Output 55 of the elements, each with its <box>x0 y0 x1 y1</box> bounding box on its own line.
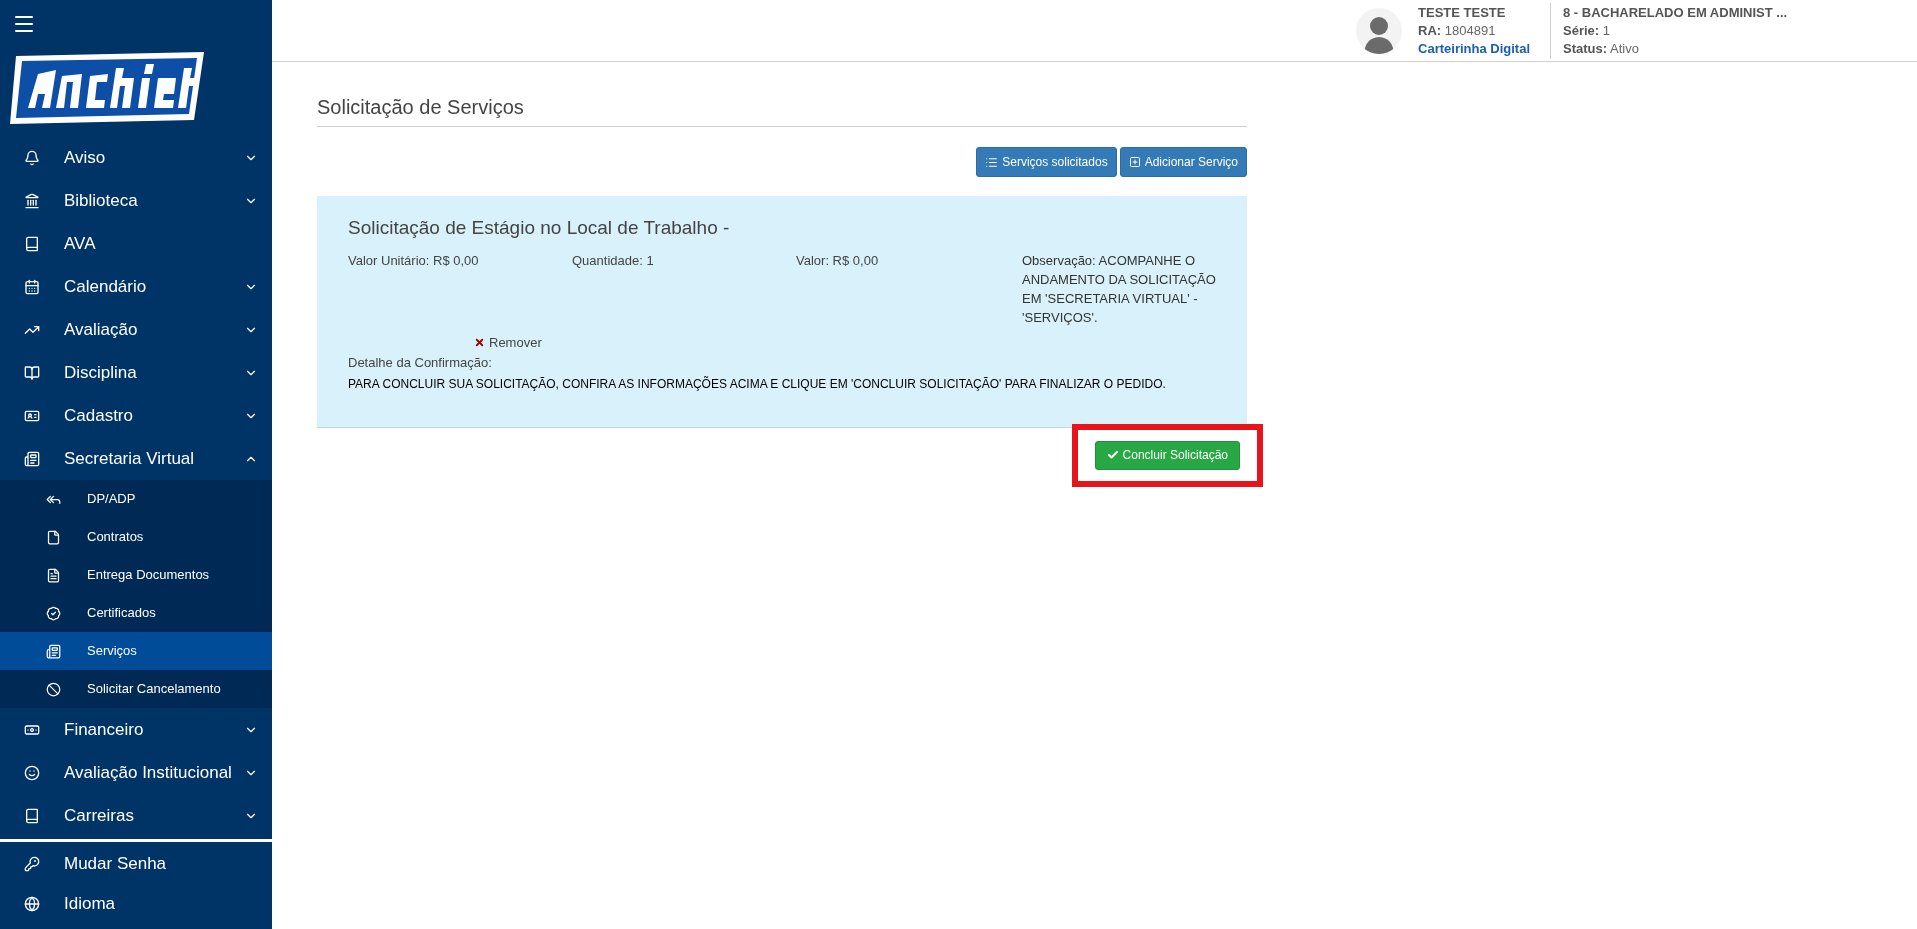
user-name: TESTE TESTE <box>1418 3 1507 22</box>
sidebar-item[interactable]: Cadastro <box>0 394 272 437</box>
sidebar-item[interactable]: Avaliação Institucional <box>0 751 272 794</box>
file-icon <box>46 529 61 545</box>
calendar-icon <box>24 278 40 295</box>
book-icon <box>24 807 40 824</box>
ra-text: RA: 1804891 <box>1418 21 1497 40</box>
remove-link[interactable]: Remover <box>474 332 542 352</box>
sidebar-item[interactable]: Carreiras <box>0 794 272 837</box>
note-text: Observação: ACOMPANHE O ANDAMENTO DA SOLICITAÇÃO EM 'SECRETARIA VIRTUAL' - 'SERVIÇOS'. <box>1022 251 1217 327</box>
book-icon <box>24 235 40 252</box>
sidebar-item[interactable]: Secretaria Virtual <box>0 437 272 480</box>
key-icon <box>24 856 40 872</box>
sidebar-item[interactable]: Disciplina <box>0 351 272 394</box>
sidebar-item[interactable]: Financeiro <box>0 708 272 751</box>
list-icon <box>985 155 999 169</box>
sidebar-item[interactable]: Biblioteca <box>0 179 272 222</box>
value-text: Valor: R$ 0,00 <box>796 251 880 270</box>
sidebar-item[interactable]: Calendário <box>0 265 272 308</box>
quantity-text: Quantidade: 1 <box>572 251 655 270</box>
serie-text: Série: 1 <box>1563 21 1611 40</box>
close-icon <box>474 336 485 348</box>
submenu-item[interactable]: DP/ADP <box>0 480 272 518</box>
detail-text: PARA CONCLUIR SUA SOLICITAÇÃO, CONFIRA AS INFORMAÇÕES ACIMA E CLIQUE EM 'CONCLUIR SOLICITAÇÃO' PARA FINALIZAR O PEDIDO. <box>348 375 1167 393</box>
submenu-item[interactable]: Contratos <box>0 518 272 556</box>
sidebar-item[interactable]: AVA <box>0 222 272 265</box>
newspaper-icon <box>24 450 40 467</box>
ban-icon <box>46 681 61 697</box>
bank-icon <box>24 192 40 209</box>
seal-icon <box>46 605 61 621</box>
unit-value-text: Valor Unitário: R$ 0,00 <box>348 251 480 270</box>
sidebar-item[interactable]: Mudar Senha <box>0 844 272 884</box>
requested-services-button[interactable]: Serviços solicitados <box>976 147 1117 177</box>
sidebar-item[interactable]: Idioma <box>0 884 272 924</box>
status-text: Status: Ativo <box>1563 39 1640 58</box>
sidebar-item[interactable]: Aviso <box>0 136 272 179</box>
request-title: Solicitação de Estágio no Local de Trabalho - <box>348 216 731 240</box>
open-book-icon <box>24 364 40 381</box>
smiley-icon <box>24 764 40 781</box>
sidebar-item[interactable]: Avaliação <box>0 308 272 351</box>
detail-label: Detalhe da Confirmação: <box>348 354 493 373</box>
check-icon <box>1106 449 1119 462</box>
page-title: Solicitação de Serviços <box>317 92 1247 127</box>
course-name: 8 - BACHARELADO EM ADMINIST ... <box>1563 3 1789 22</box>
bell-icon <box>24 149 40 166</box>
plus-square-icon <box>1128 156 1141 168</box>
submenu-item[interactable]: Serviços <box>0 632 272 670</box>
globe-icon <box>24 896 40 912</box>
digital-card-link[interactable]: Carteirinha Digital <box>1418 39 1530 58</box>
submenu-item[interactable]: Certificados <box>0 594 272 632</box>
submenu-item[interactable]: Solicitar Cancelamento <box>0 670 272 708</box>
add-service-button[interactable]: Adicionar Serviço <box>1119 147 1247 177</box>
newspaper-icon <box>46 643 61 659</box>
document-icon <box>46 567 61 583</box>
submenu-item[interactable]: Entrega Documentos <box>0 556 272 594</box>
